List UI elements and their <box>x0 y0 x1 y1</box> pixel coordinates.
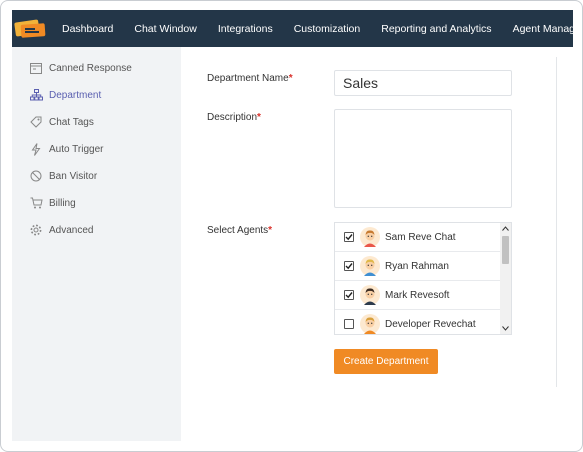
agent-checkbox[interactable] <box>344 319 354 329</box>
list-item[interactable]: Mark Revesoft <box>335 281 501 310</box>
select-agents-label: Select Agents* <box>207 225 273 236</box>
top-navigation-bar: Dashboard Chat Window Integrations Custo… <box>12 10 582 47</box>
department-name-label: Department Name* <box>207 73 293 84</box>
agent-checkbox[interactable] <box>344 261 354 271</box>
nav-integrations[interactable]: Integrations <box>207 10 283 47</box>
sidebar-item-advanced[interactable]: Advanced <box>29 222 93 238</box>
sidebar-item-ban-visitor[interactable]: Ban Visitor <box>29 168 97 184</box>
sidebar-item-label: Billing <box>49 197 76 209</box>
scroll-down-arrow-icon[interactable] <box>500 323 511 334</box>
agent-name: Mark Revesoft <box>385 289 450 301</box>
required-mark: * <box>268 225 273 236</box>
agent-checkbox[interactable] <box>344 232 354 242</box>
department-icon <box>29 88 43 102</box>
sidebar-item-department[interactable]: Department <box>29 87 101 103</box>
list-item[interactable]: Sam Reve Chat <box>335 223 501 252</box>
ban-icon <box>29 169 43 183</box>
required-mark: * <box>257 112 261 123</box>
check-icon <box>345 292 353 299</box>
scrollbar-thumb[interactable] <box>502 236 509 264</box>
sidebar-item-label: Chat Tags <box>49 116 94 128</box>
cart-icon <box>29 196 43 210</box>
list-item[interactable]: Developer Revechat <box>335 310 501 334</box>
nav-dashboard[interactable]: Dashboard <box>46 10 124 47</box>
create-department-button[interactable]: Create Department <box>334 349 438 374</box>
settings-sidebar: Canned Response Department Chat Tags Aut… <box>12 47 181 441</box>
lightning-icon <box>29 142 43 156</box>
description-label: Description* <box>207 112 261 123</box>
list-item[interactable]: Ryan Rahman <box>335 252 501 281</box>
check-icon <box>345 263 353 270</box>
agent-name: Developer Revechat <box>385 318 476 330</box>
sidebar-item-chat-tags[interactable]: Chat Tags <box>29 114 94 130</box>
required-mark: * <box>288 73 293 84</box>
tag-icon <box>29 115 43 129</box>
app-logo[interactable] <box>14 10 46 47</box>
sidebar-item-label: Advanced <box>49 224 94 236</box>
avatar <box>360 227 380 247</box>
sidebar-item-label: Department <box>49 89 102 101</box>
avatar <box>360 256 380 276</box>
sidebar-item-billing[interactable]: Billing <box>29 195 76 211</box>
content-divider <box>556 57 557 387</box>
scroll-up-arrow-icon[interactable] <box>500 223 511 234</box>
sidebar-item-canned-response[interactable]: Canned Response <box>29 60 132 76</box>
nav-customization[interactable]: Customization <box>283 10 371 47</box>
avatar <box>360 314 380 334</box>
sidebar-item-auto-trigger[interactable]: Auto Trigger <box>29 141 103 157</box>
sidebar-item-label: Ban Visitor <box>49 170 98 182</box>
department-name-input[interactable]: Sales <box>334 70 512 96</box>
canned-response-icon <box>29 61 43 75</box>
avatar <box>360 285 380 305</box>
app-window: Dashboard Chat Window Integrations Custo… <box>0 0 583 452</box>
agent-list-scrollbar[interactable] <box>500 223 511 334</box>
main-menu: Dashboard Chat Window Integrations Custo… <box>46 10 582 47</box>
agent-name: Sam Reve Chat <box>385 231 456 243</box>
description-textarea[interactable] <box>334 109 512 208</box>
sidebar-item-label: Canned Response <box>49 62 132 74</box>
logo-icon <box>14 19 46 38</box>
agent-checkbox[interactable] <box>344 290 354 300</box>
agent-name: Ryan Rahman <box>385 260 449 272</box>
agent-list[interactable]: Sam Reve Chat Ryan Rahman Mark Revesoft … <box>334 222 512 335</box>
sidebar-item-label: Auto Trigger <box>49 143 104 155</box>
nav-chat-window[interactable]: Chat Window <box>124 10 207 47</box>
nav-reporting-and-analytics[interactable]: Reporting and Analytics <box>371 10 502 47</box>
nav-agent-management[interactable]: Agent Management <box>502 10 582 47</box>
gear-icon <box>29 223 43 237</box>
check-icon <box>345 234 353 241</box>
